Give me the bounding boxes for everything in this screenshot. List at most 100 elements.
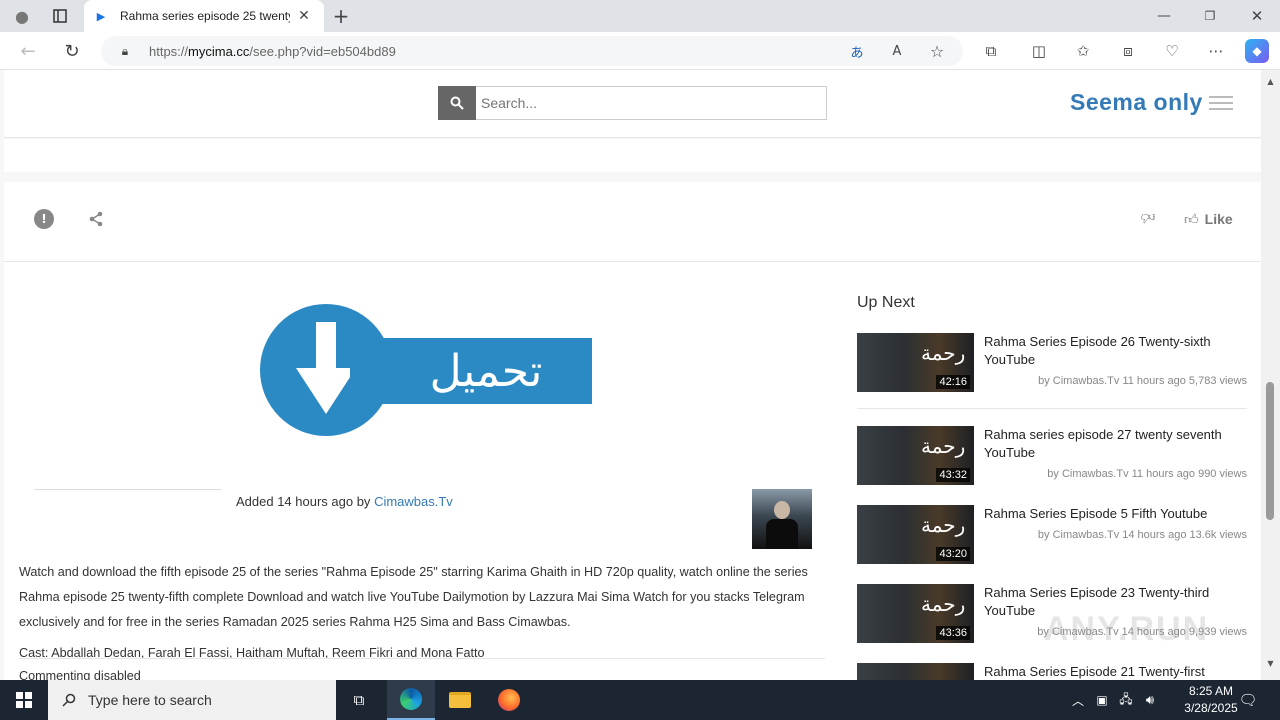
video-title[interactable]: Rahma Series Episode 26 Twenty-sixth You…	[984, 333, 1244, 369]
duration-badge: 43:20	[936, 547, 970, 561]
anyrun-watermark: ANY.RUN	[1044, 610, 1210, 648]
thumbnail-text: رحمة	[921, 434, 966, 458]
scroll-down-icon[interactable]: ▼	[1265, 658, 1276, 668]
profile-icon[interactable]: ●	[10, 5, 34, 27]
minimize-icon[interactable]: —	[1152, 5, 1176, 27]
windows-logo-icon	[16, 692, 32, 708]
author-avatar[interactable]	[752, 489, 812, 549]
site-brand[interactable]: Seema only	[1070, 89, 1203, 116]
main-content: تحميل Added 14 hours ago by Cimawbas.Tv …	[4, 262, 1261, 680]
firefox-icon[interactable]	[485, 680, 533, 720]
favorites-icon[interactable]: ✩	[1072, 40, 1094, 62]
more-menu-icon[interactable]: ⋯	[1205, 40, 1227, 62]
web-page: Seema only ! 👍︎ 👍︎ Like تحميل Added 14	[0, 70, 1280, 680]
report-icon[interactable]: !	[34, 209, 54, 229]
video-thumbnail[interactable]: رحمة 43:36	[857, 584, 974, 643]
windows-taskbar: Type here to search ⧉ ︿ ▣ 🖧 🔊︎ 8:25 AM 3…	[0, 680, 1280, 720]
browser-essentials-icon[interactable]: ♡	[1161, 40, 1183, 62]
site-header: Seema only	[4, 70, 1261, 138]
tray-device-icon[interactable]: ▣	[1092, 690, 1112, 710]
read-aloud-icon[interactable]: A	[887, 41, 907, 61]
video-thumbnail[interactable]: رحمة 43:32	[857, 426, 974, 485]
scrollbar-thumb[interactable]	[1266, 382, 1274, 520]
extensions-icon[interactable]: ⧉	[980, 40, 1002, 62]
thumbnail-text: رحمة	[921, 592, 966, 616]
video-action-bar: ! 👍︎ 👍︎ Like	[4, 182, 1261, 262]
window-close-icon[interactable]: ✕	[1245, 5, 1269, 27]
up-next-item[interactable]: رحمة 43:32 Rahma series episode 27 twenty…	[857, 426, 1247, 492]
video-thumbnail[interactable]: رحمة 43:20	[857, 505, 974, 564]
tab-close-icon[interactable]: ✕	[296, 8, 312, 24]
lock-icon: 🔒︎	[121, 43, 129, 58]
restore-icon[interactable]: ❐	[1198, 5, 1222, 27]
search-icon	[450, 96, 464, 110]
file-explorer-icon[interactable]	[436, 680, 484, 720]
refresh-icon[interactable]: ↻	[60, 40, 84, 62]
tab-actions-icon[interactable]	[50, 6, 70, 26]
url-domain: mycima.cc	[188, 44, 250, 59]
split-screen-icon[interactable]: ◫	[1028, 40, 1050, 62]
like-button[interactable]: 👍︎ Like	[1184, 208, 1233, 230]
video-meta: by Cimawbas.Tv 11 hours ago 990 views	[1047, 468, 1247, 480]
url-prefix: https://	[149, 44, 189, 59]
video-description: Watch and download the fifth episode 25 …	[19, 565, 808, 629]
search-icon	[62, 693, 76, 707]
search-input[interactable]	[481, 91, 811, 115]
address-bar-row: ← ↻ 🔒︎ https://mycima.cc/see.php?vid=eb5…	[0, 32, 1280, 70]
share-icon[interactable]	[86, 209, 106, 229]
back-icon[interactable]: ←	[16, 40, 40, 62]
thumbnail-text: رحمة	[921, 513, 966, 537]
download-text: تحميل	[429, 345, 543, 397]
video-thumbnail[interactable]	[857, 663, 974, 680]
task-view-icon[interactable]: ⧉	[346, 688, 372, 712]
divider	[34, 489, 221, 490]
favorite-star-icon[interactable]: ☆	[927, 41, 947, 61]
url-path: /see.php?vid=eb504bd89	[249, 44, 396, 59]
up-next-item[interactable]: رحمة 42:16 Rahma Series Episode 26 Twenty…	[857, 333, 1247, 409]
new-tab-icon[interactable]: +	[330, 4, 352, 28]
url-field[interactable]: 🔒︎ https://mycima.cc/see.php?vid=eb504bd…	[101, 36, 963, 66]
copilot-icon[interactable]: ◆	[1245, 39, 1269, 63]
page-scrollbar[interactable]: ▲ ▼	[1261, 70, 1280, 680]
edge-taskbar-icon[interactable]	[387, 680, 435, 720]
comments-status: Commenting disabled	[19, 669, 141, 680]
search-button[interactable]	[438, 86, 476, 120]
like-label: Like	[1204, 211, 1233, 227]
search-box	[438, 86, 827, 120]
scroll-up-icon[interactable]: ▲	[1265, 76, 1276, 86]
hamburger-menu-icon[interactable]	[1209, 96, 1233, 110]
volume-icon[interactable]: 🔊︎	[1140, 690, 1160, 710]
up-next-item[interactable]: Rahma Series Episode 21 Twenty-first	[857, 663, 1247, 680]
thumbs-up-icon: 👍︎	[1184, 211, 1199, 228]
video-title[interactable]: Rahma Series Episode 5 Fifth Youtube	[984, 505, 1244, 523]
network-icon[interactable]: 🖧	[1116, 690, 1136, 710]
tab-title: Rahma series episode 25 twenty f	[120, 9, 290, 23]
tray-chevron-icon[interactable]: ︿	[1068, 690, 1088, 710]
duration-badge: 43:32	[936, 468, 970, 482]
start-button[interactable]	[0, 680, 48, 720]
video-thumbnail[interactable]: رحمة 42:16	[857, 333, 974, 392]
video-title[interactable]: Rahma series episode 27 twenty seventh Y…	[984, 426, 1244, 462]
dislike-icon[interactable]: 👍︎	[1138, 208, 1158, 228]
video-title[interactable]: Rahma Series Episode 21 Twenty-first	[984, 663, 1244, 680]
collections-icon[interactable]: ⧈	[1117, 40, 1139, 62]
up-next-item[interactable]: رحمة 43:20 Rahma Series Episode 5 Fifth Y…	[857, 505, 1247, 571]
taskbar-search[interactable]: Type here to search	[48, 680, 336, 720]
author-link[interactable]: Cimawbas.Tv	[374, 494, 453, 509]
notifications-icon[interactable]: 🗨︎	[1236, 689, 1260, 711]
added-info: Added 14 hours ago by Cimawbas.Tv	[236, 494, 453, 509]
browser-tab-bar: ● ▶ Rahma series episode 25 twenty f ✕ +…	[0, 0, 1280, 32]
translate-icon[interactable]: あ	[847, 41, 867, 61]
video-meta: by Cimawbas.Tv 14 hours ago 13.6k views	[1037, 529, 1247, 541]
browser-tab[interactable]: ▶ Rahma series episode 25 twenty f ✕	[84, 0, 324, 32]
video-meta: by Cimawbas.Tv 11 hours ago 5,783 views	[1038, 375, 1247, 387]
added-text: Added 14 hours ago by	[236, 494, 375, 509]
taskbar-search-placeholder: Type here to search	[88, 692, 212, 708]
up-next-heading: Up Next	[857, 294, 915, 311]
duration-badge: 42:16	[936, 375, 970, 389]
tab-favicon-icon: ▶	[96, 9, 106, 23]
thumbnail-text: رحمة	[921, 341, 966, 365]
download-banner[interactable]: تحميل	[260, 304, 594, 436]
comments-divider	[19, 658, 825, 659]
duration-badge: 43:36	[936, 626, 970, 640]
